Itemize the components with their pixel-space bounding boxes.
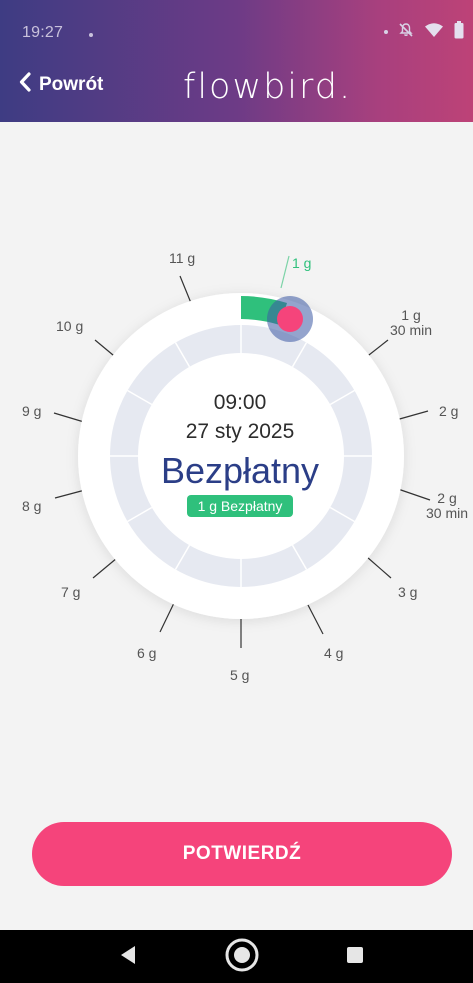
tick-line [307, 604, 324, 635]
back-button[interactable]: Powrót [19, 72, 103, 98]
tick-line [92, 557, 118, 579]
tick-label-8g: 8 g [22, 498, 42, 514]
status-time: 19:27 [22, 24, 64, 41]
navigation-bar: Powrót flowbird. [0, 50, 473, 122]
chevron-left-icon [19, 72, 31, 98]
tick-line [179, 275, 192, 304]
tick-line [53, 412, 85, 423]
end-time: 09:00 [213, 391, 267, 414]
tick-label-5g: 5 g [230, 667, 250, 683]
tick-label-2g-b: 2 g [437, 491, 457, 506]
end-date: 27 sty 2025 [185, 420, 295, 443]
back-triangle-icon [119, 945, 137, 969]
system-back-button[interactable] [108, 930, 148, 983]
app-screen: 19:27 Powrót flowbird. 11 g 1 g 1 g 30 m… [0, 0, 473, 983]
status-bar: 19:27 [0, 0, 473, 50]
confirm-button[interactable]: POTWIERDŹ [32, 822, 452, 886]
tick-label-2g-30min: 2 g 30 min [421, 491, 473, 521]
bell-off-icon [398, 22, 414, 42]
tariff-badge: 1 g Bezpłatny [186, 495, 294, 517]
tick-label-11g: 11 g [169, 250, 196, 266]
system-home-button[interactable] [220, 930, 264, 983]
tick-label-7g: 7 g [61, 584, 81, 600]
tick-label-6g: 6 g [137, 645, 157, 661]
notification-dot-icon [89, 33, 93, 37]
battery-icon [454, 21, 464, 43]
tick-label-1g-selected: 1 g [292, 255, 312, 271]
back-label: Powrót [39, 74, 104, 95]
parking-summary: 09:00 27 sty 2025 Bezpłatny 1 g Bezpłatn… [100, 390, 380, 517]
app-header: 19:27 Powrót flowbird. [0, 0, 473, 122]
notification-dot-icon [384, 30, 388, 34]
tick-label-30min: 30 min [389, 322, 433, 338]
tick-label-30min-b: 30 min [425, 505, 469, 521]
status-icons [384, 20, 464, 44]
tick-label-10g: 10 g [56, 318, 84, 334]
tariff-title: Bezpłatny [160, 450, 320, 491]
tick-label-9g: 9 g [22, 403, 42, 419]
wifi-icon [424, 22, 444, 42]
tick-label-4g: 4 g [324, 645, 344, 661]
tick-line [159, 602, 175, 633]
dial-handle[interactable] [277, 306, 303, 332]
tick-line-1g-active [280, 255, 290, 289]
time-dial: 11 g 1 g 1 g 30 min 2 g 2 g 30 min 3 g 4… [0, 122, 473, 802]
tick-line [54, 489, 86, 499]
tick-label-1g: 1 g [401, 307, 421, 323]
tick-line [395, 410, 429, 421]
brand-logo: flowbird. [183, 67, 353, 107]
tick-label-3g: 3 g [398, 584, 418, 600]
system-navigation-bar [0, 930, 473, 983]
tick-label-2g: 2 g [439, 403, 459, 419]
home-circle-icon [224, 937, 260, 977]
recents-square-icon [346, 946, 364, 968]
system-recents-button[interactable] [337, 930, 373, 983]
tick-label-1g-30min: 1 g 30 min [383, 308, 439, 338]
tick-line [366, 556, 392, 579]
